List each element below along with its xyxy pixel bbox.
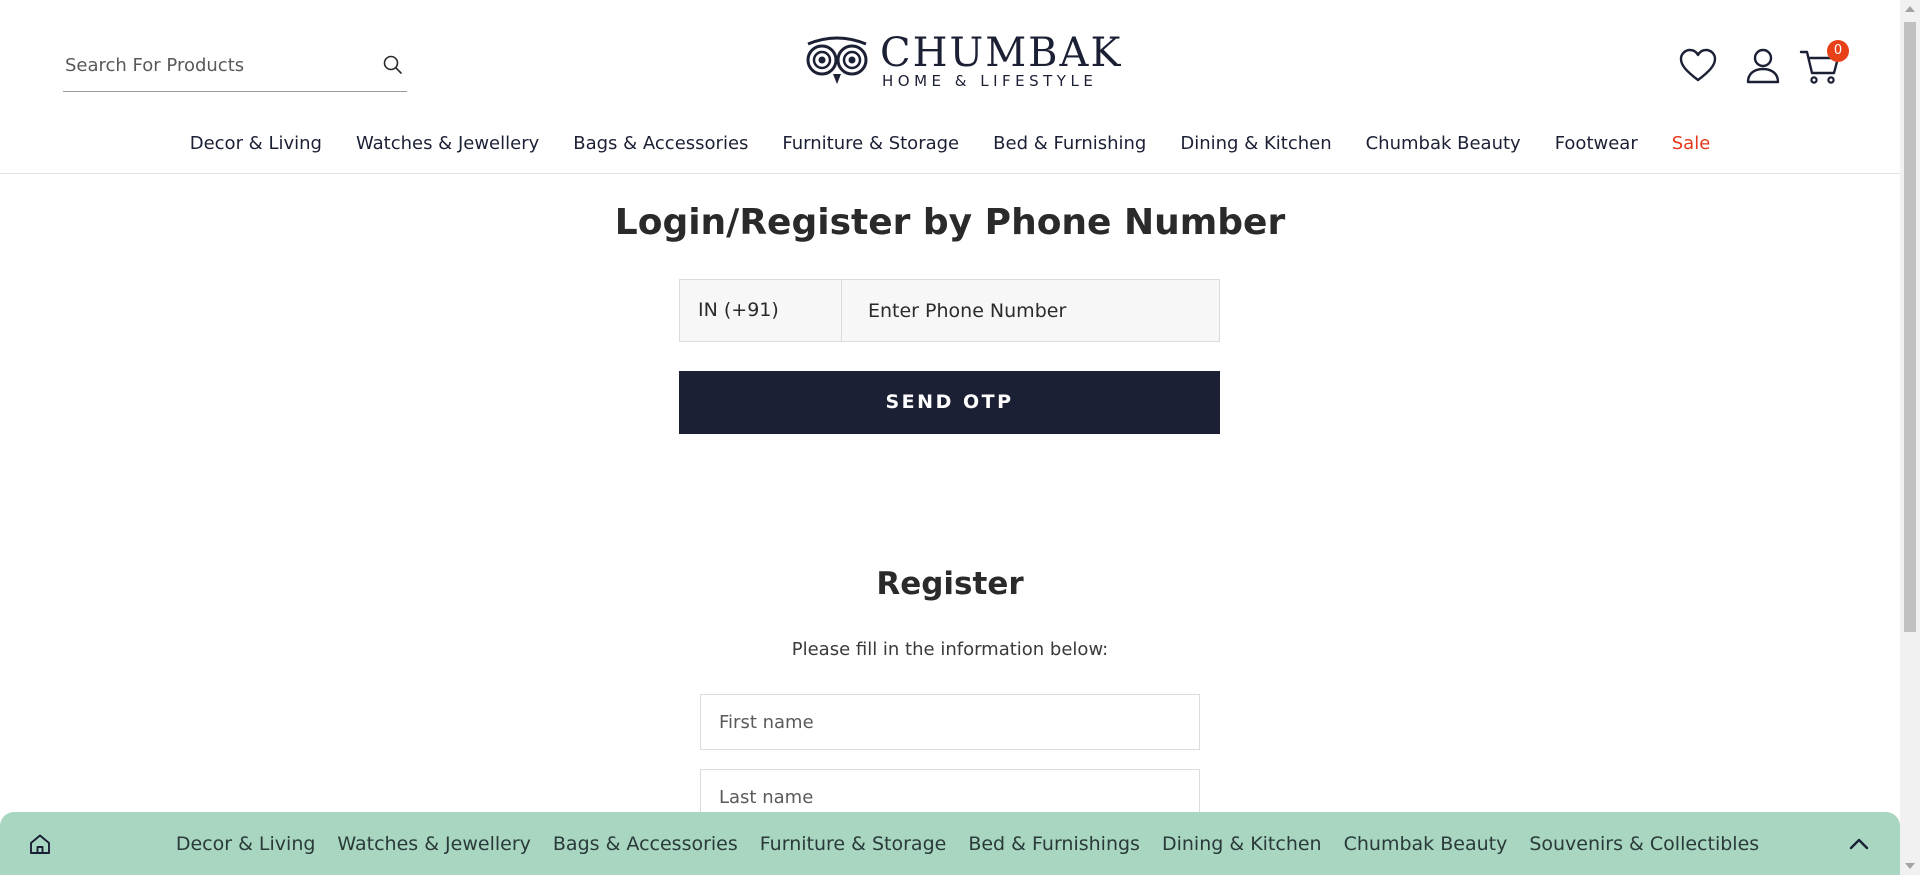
nav-item-dining-kitchen[interactable]: Dining & Kitchen (1163, 128, 1348, 162)
logo-name: CHUMBAK (880, 30, 1123, 76)
bottom-item-souvenirs-collectibles[interactable]: Souvenirs & Collectibles (1518, 833, 1770, 855)
search-icon[interactable] (381, 53, 405, 77)
nav-item-bags-accessories[interactable]: Bags & Accessories (556, 128, 765, 162)
page-scrollbar[interactable] (1900, 0, 1920, 875)
nav-item-furniture-storage[interactable]: Furniture & Storage (765, 128, 976, 162)
owl-logo-icon (806, 36, 868, 84)
phone-number-input[interactable] (841, 279, 1220, 342)
nav-item-bed-furnishing[interactable]: Bed & Furnishing (976, 128, 1163, 162)
nav-item-decor-living[interactable]: Decor & Living (173, 128, 339, 162)
bottom-item-decor-living[interactable]: Decor & Living (165, 833, 327, 855)
bottom-item-bags-accessories[interactable]: Bags & Accessories (542, 833, 749, 855)
send-otp-button[interactable]: SEND OTP (679, 371, 1220, 434)
brand-logo[interactable]: CHUMBAK HOME & LIFESTYLE (802, 31, 1120, 92)
site-header: CHUMBAK HOME & LIFESTYLE 0 Decor & Livin… (0, 0, 1900, 174)
main-nav: Decor & Living Watches & Jewellery Bags … (0, 128, 1900, 162)
scrollbar-thumb[interactable] (1904, 22, 1916, 632)
home-icon[interactable] (28, 832, 52, 856)
bottom-item-chumbak-beauty[interactable]: Chumbak Beauty (1333, 833, 1519, 855)
nav-item-footwear[interactable]: Footwear (1538, 128, 1655, 162)
search-bar (63, 43, 407, 92)
bottom-item-watches-jewellery[interactable]: Watches & Jewellery (326, 833, 541, 855)
country-code-select[interactable]: IN (+91) (679, 279, 841, 342)
login-title: Login/Register by Phone Number (614, 202, 1286, 243)
bottom-item-bed-furnishings[interactable]: Bed & Furnishings (957, 833, 1151, 855)
register-subtitle: Please fill in the information below: (791, 639, 1109, 660)
nav-item-watches-jewellery[interactable]: Watches & Jewellery (339, 128, 556, 162)
page: CHUMBAK HOME & LIFESTYLE 0 Decor & Livin… (0, 0, 1900, 875)
search-input[interactable] (65, 51, 355, 79)
first-name-input[interactable] (700, 694, 1200, 750)
nav-item-chumbak-beauty[interactable]: Chumbak Beauty (1349, 128, 1538, 162)
bottom-item-dining-kitchen[interactable]: Dining & Kitchen (1151, 833, 1333, 855)
logo-tagline: HOME & LIFESTYLE (882, 72, 1098, 90)
cart-count-badge: 0 (1827, 40, 1849, 62)
wishlist-heart-icon[interactable] (1676, 44, 1720, 88)
account-user-icon[interactable] (1741, 44, 1785, 88)
phone-input-row: IN (+91) (679, 279, 1220, 342)
scroll-down-arrow-icon[interactable] (1905, 863, 1915, 869)
register-title: Register (876, 566, 1024, 602)
nav-item-sale[interactable]: Sale (1655, 128, 1728, 162)
bottom-category-nav: Decor & Living Watches & Jewellery Bags … (0, 812, 1900, 875)
scroll-up-arrow-icon[interactable] (1905, 6, 1915, 12)
bottom-item-furniture-storage[interactable]: Furniture & Storage (749, 833, 958, 855)
chevron-up-icon[interactable] (1847, 832, 1871, 856)
bottom-category-bar: Decor & Living Watches & Jewellery Bags … (0, 812, 1900, 875)
